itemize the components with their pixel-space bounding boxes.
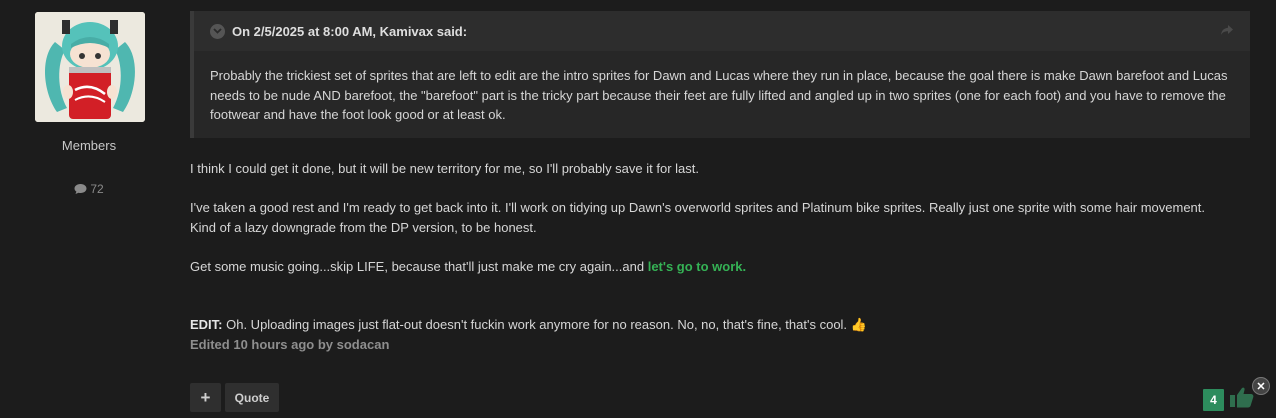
collapse-chevron-icon[interactable] (210, 23, 225, 39)
post-paragraph-text: Get some music going...skip LIFE, becaus… (190, 258, 648, 274)
edit-text: Oh. Uploading images just flat-out doesn… (222, 317, 851, 332)
avatar[interactable] (35, 12, 145, 122)
post-paragraph: I think I could get it done, but it will… (190, 161, 699, 176)
edit-label: EDIT: (190, 317, 223, 332)
quote-text: Probably the trickiest set of sprites th… (210, 68, 1228, 122)
quote-button[interactable]: Quote (225, 383, 279, 412)
close-icon[interactable]: ✕ (1252, 377, 1270, 395)
thumbs-up-icon[interactable] (1229, 386, 1255, 413)
post-actions: + Quote (190, 383, 279, 412)
share-arrow-icon[interactable] (1220, 24, 1234, 39)
edited-note: Edited 10 hours ago by sodacan (190, 336, 390, 352)
author-sidebar: Members 72 (0, 0, 178, 418)
quote-block: On 2/5/2025 at 8:00 AM, Kamivax said: Pr… (190, 11, 1250, 138)
thumbs-up-emoji: 👍 (850, 317, 867, 332)
highlighted-text: let's go to work. (647, 258, 747, 274)
quote-header[interactable]: On 2/5/2025 at 8:00 AM, Kamivax said: (194, 11, 1250, 51)
post-paragraph: Get some music going...skip LIFE, becaus… (190, 257, 1230, 277)
reaction-count[interactable]: 4 (1203, 388, 1224, 411)
post-paragraph: I've taken a good rest and I'm ready to … (190, 200, 1206, 235)
post-content: I think I could get it done, but it will… (190, 159, 1230, 354)
comment-icon (74, 184, 87, 194)
quote-attribution[interactable]: On 2/5/2025 at 8:00 AM, Kamivax said: (232, 24, 467, 39)
member-role: Members (61, 138, 117, 153)
reaction-summary[interactable]: 4 (1203, 386, 1255, 413)
avatar-image (35, 12, 145, 122)
multiquote-add-button[interactable]: + (190, 383, 221, 412)
post-count-value: 72 (90, 182, 104, 196)
post-count: 72 (0, 182, 178, 196)
edit-paragraph: EDIT: Oh. Uploading images just flat-out… (190, 315, 1230, 335)
